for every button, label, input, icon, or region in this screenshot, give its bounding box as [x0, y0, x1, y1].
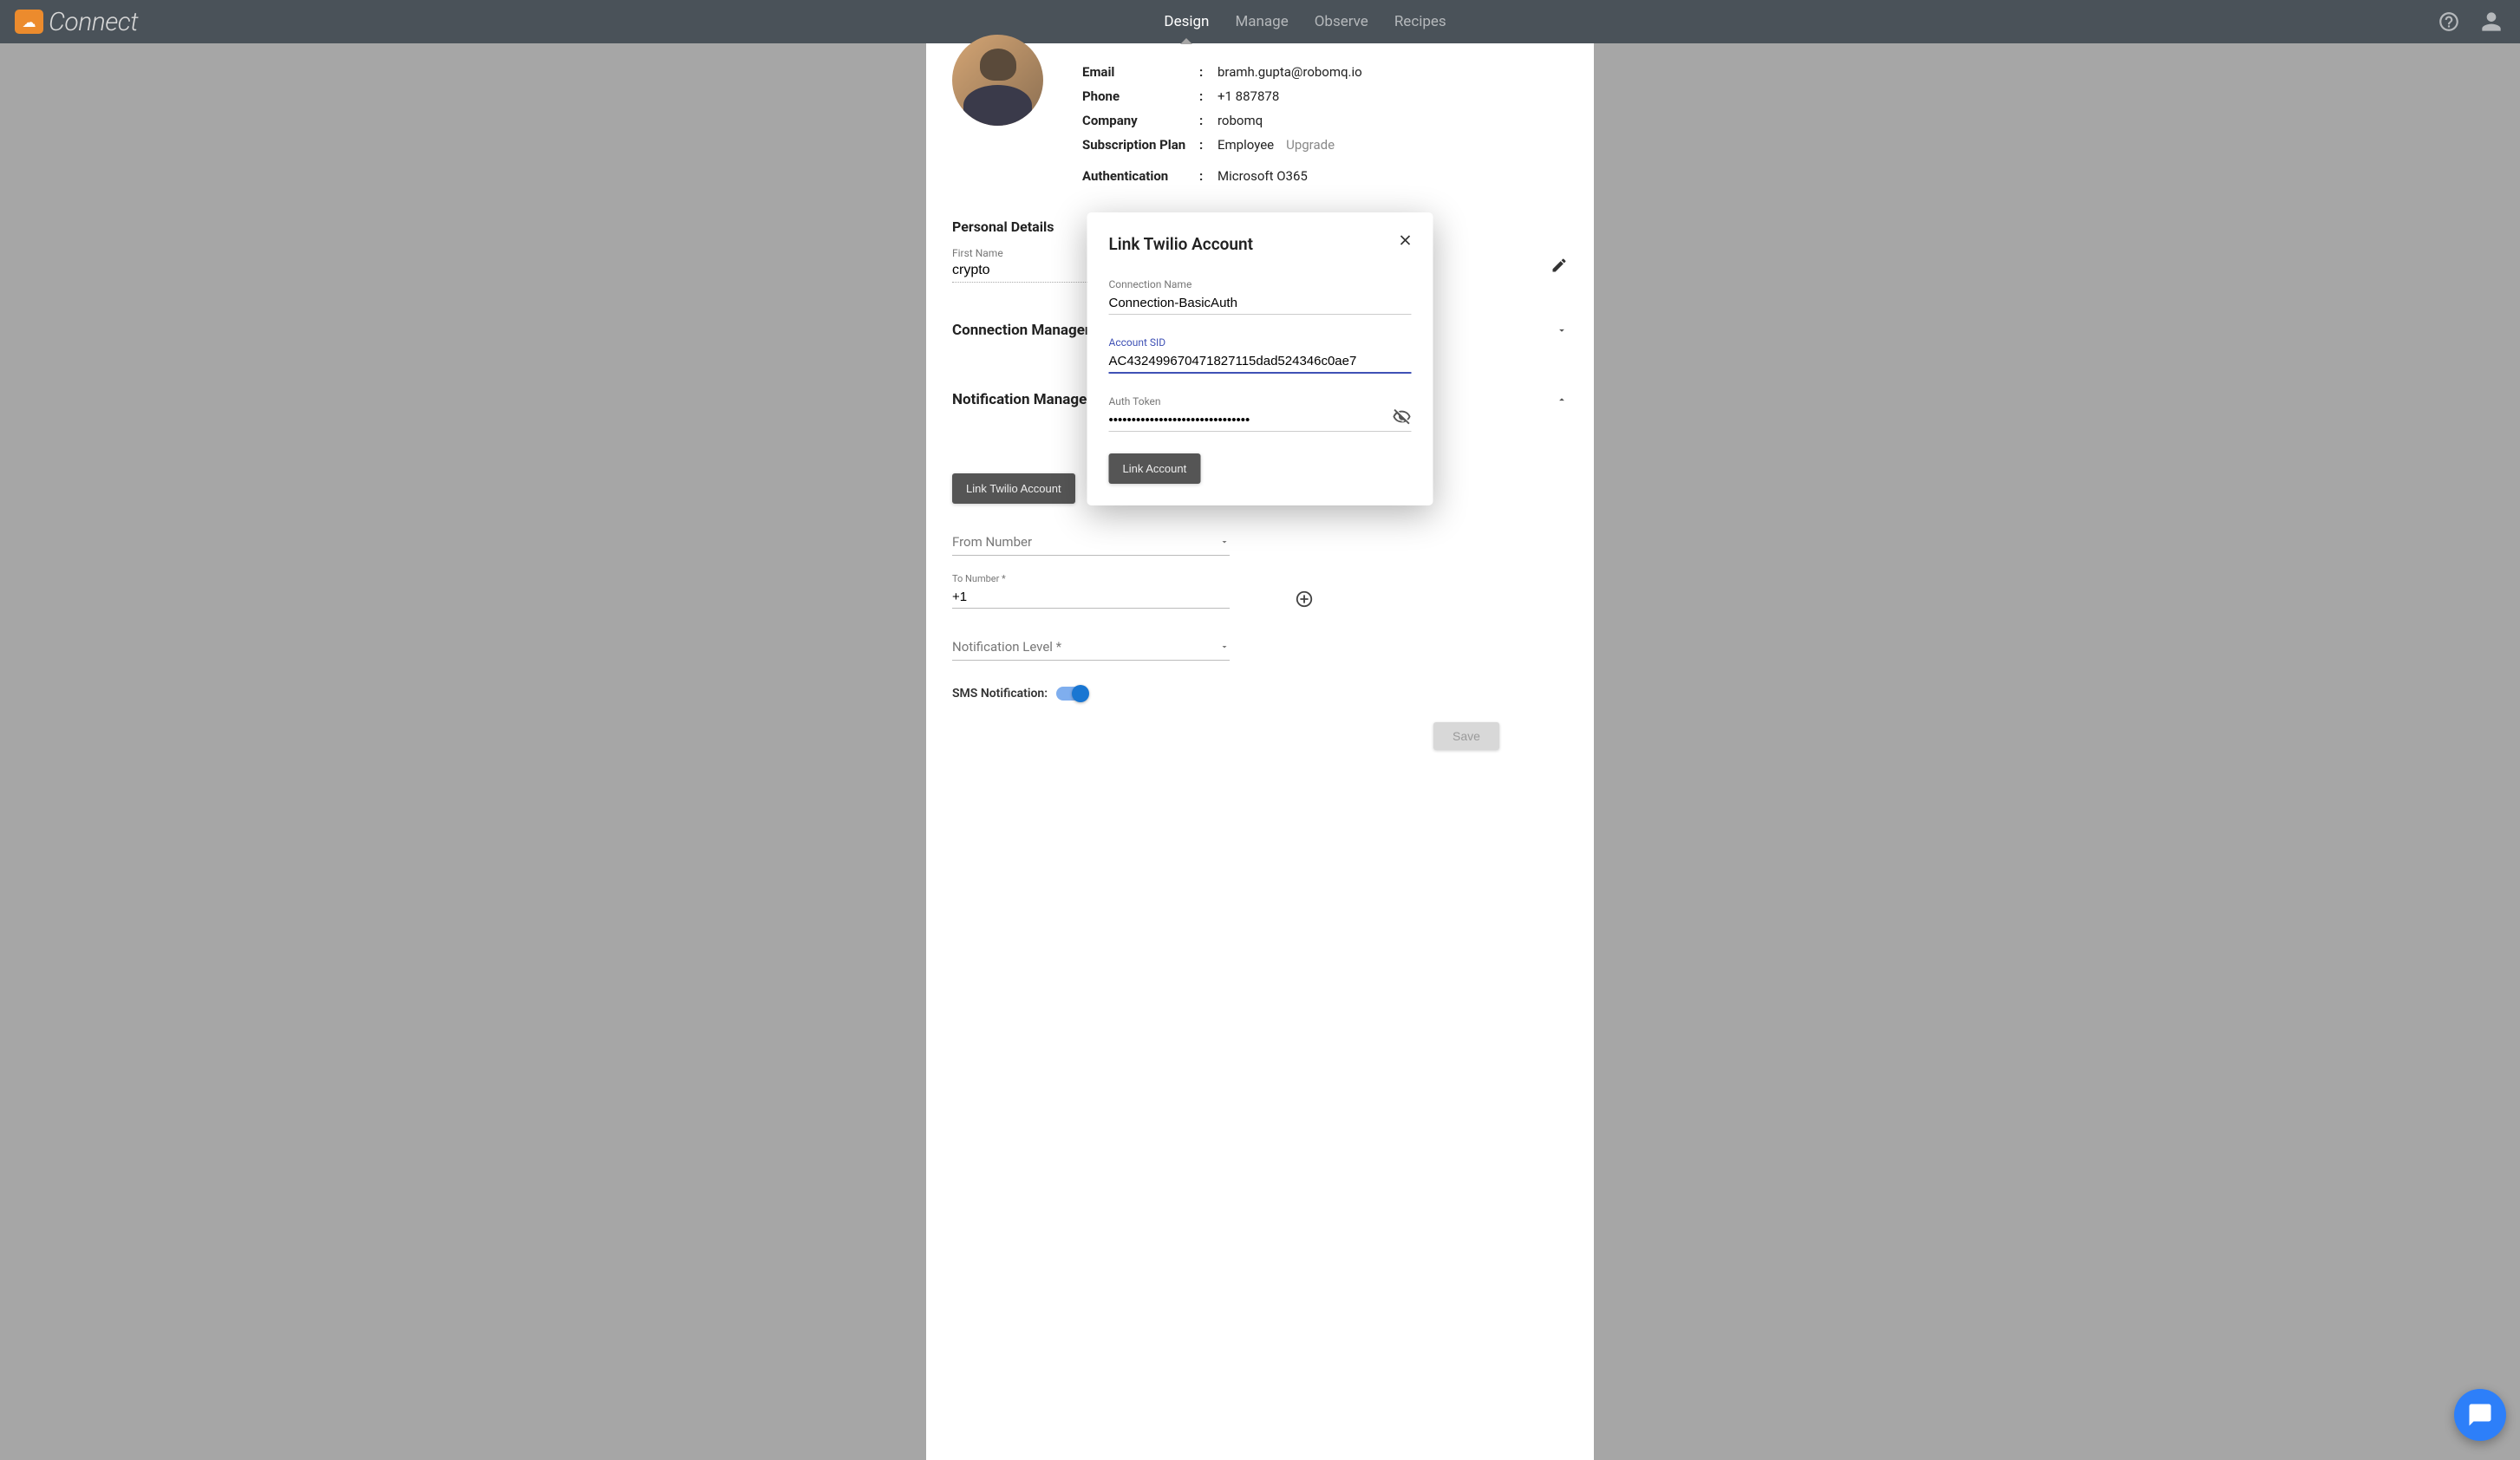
sms-notification-label: SMS Notification: — [952, 687, 1048, 701]
plan-value: Employee — [1218, 137, 1274, 153]
company-value: robomq — [1218, 113, 1263, 128]
to-number-label: To Number * — [952, 573, 1230, 584]
logo[interactable]: ☁ Connect — [15, 7, 138, 37]
tab-design[interactable]: Design — [1151, 0, 1222, 43]
header-right — [2438, 8, 2505, 36]
sms-toggle-row: SMS Notification: — [952, 687, 1568, 701]
notification-level-select[interactable]: Notification Level * — [952, 639, 1230, 661]
visibility-off-icon[interactable] — [1393, 407, 1412, 427]
auth-token-field: Auth Token — [1109, 395, 1412, 432]
profile-top: Email:bramh.gupta@robomq.io Phone:+1 887… — [952, 52, 1568, 192]
connection-name-input[interactable] — [1109, 292, 1412, 315]
auth-value: Microsoft O365 — [1218, 168, 1308, 184]
auth-label: Authentication — [1082, 168, 1199, 184]
add-icon[interactable] — [1295, 590, 1314, 609]
profile-info: Email:bramh.gupta@robomq.io Phone:+1 887… — [1082, 52, 1568, 192]
help-icon[interactable] — [2438, 10, 2460, 33]
close-icon[interactable] — [1397, 231, 1414, 249]
to-number-input[interactable] — [952, 586, 1230, 609]
connection-name-field: Connection Name — [1109, 278, 1412, 315]
tab-manage[interactable]: Manage — [1222, 0, 1301, 43]
link-twilio-modal: Link Twilio Account Connection Name Acco… — [1087, 212, 1433, 505]
dropdown-icon — [1219, 537, 1230, 547]
avatar — [952, 35, 1043, 126]
user-icon[interactable] — [2478, 8, 2505, 36]
company-label: Company — [1082, 113, 1199, 128]
tab-observe[interactable]: Observe — [1302, 0, 1381, 43]
dropdown-icon — [1219, 642, 1230, 652]
link-account-button[interactable]: Link Account — [1109, 453, 1201, 484]
phone-label: Phone — [1082, 88, 1199, 104]
from-number-select[interactable]: From Number — [952, 534, 1230, 556]
save-button[interactable]: Save — [1433, 722, 1499, 750]
logo-text: Connect — [49, 7, 138, 37]
first-name-label: First Name — [952, 247, 1003, 259]
edit-icon[interactable] — [1551, 257, 1568, 274]
connection-name-label: Connection Name — [1109, 278, 1412, 290]
account-sid-label: Account SID — [1109, 336, 1412, 349]
notification-level-label: Notification Level * — [952, 639, 1061, 655]
sms-toggle[interactable] — [1056, 687, 1087, 701]
plan-label: Subscription Plan — [1082, 137, 1199, 153]
modal-title: Link Twilio Account — [1109, 234, 1412, 254]
chat-icon — [2467, 1402, 2493, 1428]
to-number-row: To Number * — [952, 573, 1568, 609]
chat-fab[interactable] — [2454, 1389, 2506, 1441]
nav-tabs: Design Manage Observe Recipes — [173, 0, 2438, 43]
email-value: bramh.gupta@robomq.io — [1218, 64, 1362, 80]
auth-token-label: Auth Token — [1109, 395, 1412, 407]
phone-value: +1 887878 — [1218, 88, 1279, 104]
email-label: Email — [1082, 64, 1199, 80]
cloud-icon: ☁ — [15, 10, 43, 34]
chevron-up-icon — [1556, 394, 1568, 406]
tab-recipes[interactable]: Recipes — [1381, 0, 1459, 43]
upgrade-link[interactable]: Upgrade — [1286, 137, 1335, 153]
app-header: ☁ Connect Design Manage Observe Recipes — [0, 0, 2520, 43]
account-sid-input[interactable] — [1109, 350, 1412, 374]
account-sid-field: Account SID — [1109, 336, 1412, 374]
from-number-label: From Number — [952, 534, 1032, 550]
chevron-down-icon — [1556, 324, 1568, 336]
auth-token-input[interactable] — [1109, 409, 1412, 432]
link-twilio-account-button[interactable]: Link Twilio Account — [952, 473, 1075, 504]
